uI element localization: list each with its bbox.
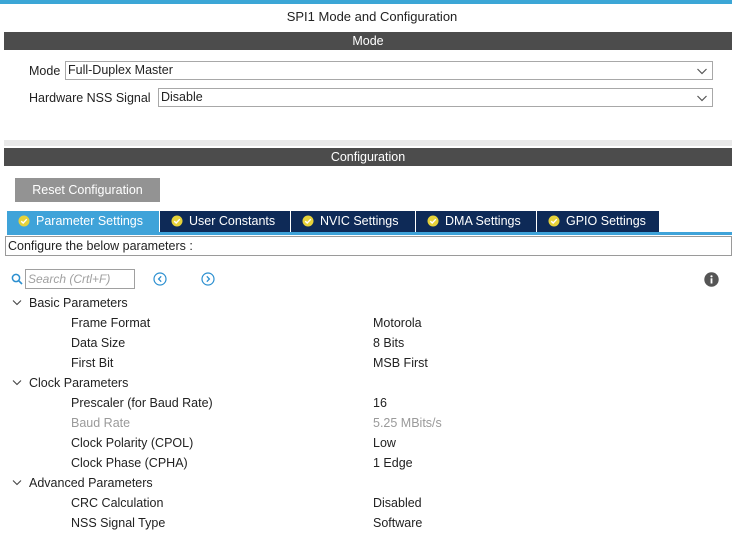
param-value[interactable]: Software	[373, 514, 422, 532]
tab-parameter-settings[interactable]: Parameter Settings	[7, 211, 160, 232]
param-nss-signal-type[interactable]: NSS Signal Type	[71, 514, 165, 532]
nss-select[interactable]: Disable	[158, 88, 713, 107]
param-value[interactable]: 16	[373, 394, 387, 412]
param-baud-rate: Baud Rate	[71, 416, 131, 430]
chevron-down-icon	[697, 95, 707, 102]
param-clock-polarity[interactable]: Clock Polarity (CPOL)	[71, 434, 193, 452]
mode-section-header: Mode	[4, 32, 732, 50]
section-divider	[4, 140, 732, 146]
page-title: SPI1 Mode and Configuration	[286, 9, 458, 24]
tab-label: GPIO Settings	[566, 214, 646, 228]
group-title: Clock Parameters	[29, 376, 129, 390]
param-value[interactable]: Motorola	[373, 314, 422, 332]
tab-gpio-settings[interactable]: GPIO Settings	[537, 211, 660, 232]
param-frame-format[interactable]: Frame Format	[71, 314, 150, 332]
check-circle-icon	[18, 215, 30, 227]
group-title: Advanced Parameters	[29, 476, 153, 490]
tab-user-constants[interactable]: User Constants	[160, 211, 291, 232]
group-title: Basic Parameters	[29, 296, 128, 310]
check-circle-icon	[302, 215, 314, 227]
configuration-section-header: Configuration	[4, 148, 732, 166]
param-value[interactable]: Disabled	[373, 494, 422, 512]
mode-select[interactable]: Full-Duplex Master	[65, 61, 713, 80]
mode-select-value: Full-Duplex Master	[68, 63, 173, 77]
chevron-down-icon	[697, 68, 707, 75]
next-result-icon[interactable]	[201, 272, 215, 286]
tab-nvic-settings[interactable]: NVIC Settings	[291, 211, 416, 232]
tab-label: DMA Settings	[445, 214, 521, 228]
nss-label: Hardware NSS Signal	[29, 91, 151, 105]
check-circle-icon	[171, 215, 183, 227]
search-icon	[11, 273, 23, 285]
param-value: 5.25 MBits/s	[373, 416, 442, 430]
search-input[interactable]	[25, 269, 135, 289]
tab-label: Parameter Settings	[36, 214, 143, 228]
param-value[interactable]: Low	[373, 434, 396, 452]
parameters-description: Configure the below parameters :	[5, 236, 732, 256]
tab-dma-settings[interactable]: DMA Settings	[416, 211, 537, 232]
check-circle-icon	[548, 215, 560, 227]
param-value[interactable]: 8 Bits	[373, 334, 404, 352]
param-first-bit[interactable]: First Bit	[71, 354, 113, 372]
reset-configuration-button[interactable]: Reset Configuration	[15, 178, 160, 202]
tab-underline	[7, 232, 732, 235]
mode-label: Mode	[29, 64, 61, 78]
chevron-down-icon	[12, 300, 22, 306]
param-value[interactable]: MSB First	[373, 354, 428, 372]
nss-select-value: Disable	[161, 90, 203, 104]
param-prescaler[interactable]: Prescaler (for Baud Rate)	[71, 394, 213, 412]
param-data-size[interactable]: Data Size	[71, 334, 125, 352]
param-value[interactable]: 1 Edge	[373, 454, 413, 472]
chevron-down-icon	[12, 380, 22, 386]
window-top-accent	[0, 0, 732, 4]
info-icon[interactable]	[704, 272, 719, 287]
param-clock-phase[interactable]: Clock Phase (CPHA)	[71, 454, 188, 472]
check-circle-icon	[427, 215, 439, 227]
param-crc-calculation[interactable]: CRC Calculation	[71, 494, 163, 512]
chevron-down-icon	[12, 480, 22, 486]
previous-result-icon[interactable]	[153, 272, 167, 286]
tab-label: User Constants	[189, 214, 276, 228]
tab-label: NVIC Settings	[320, 214, 399, 228]
